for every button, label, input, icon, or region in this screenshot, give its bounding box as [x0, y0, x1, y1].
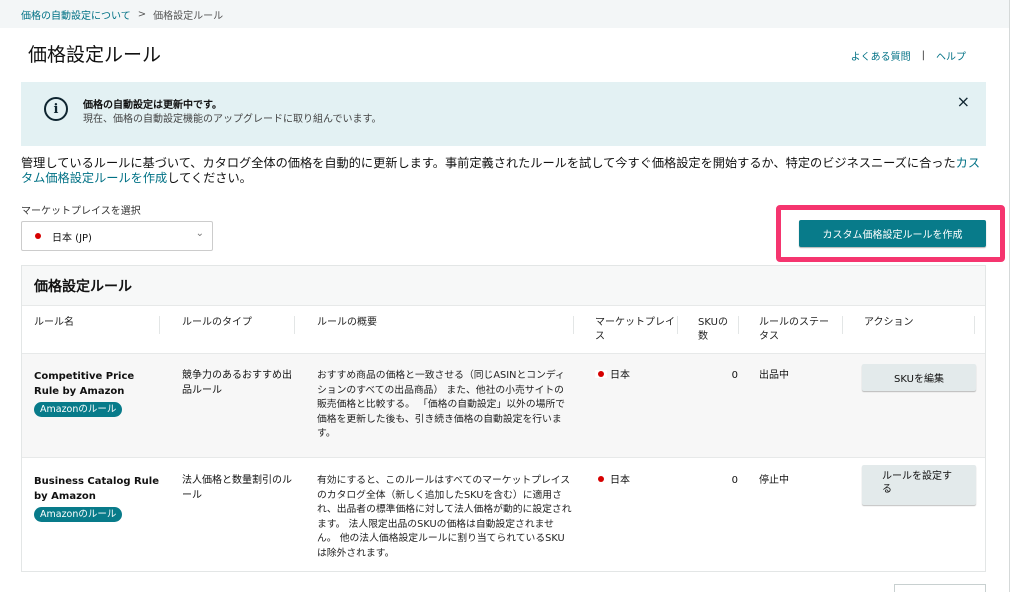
marketplace-name: 日本 [610, 475, 630, 486]
rule-status: 出品中 [759, 370, 789, 381]
japan-flag-icon [595, 370, 607, 378]
column-divider [842, 316, 843, 334]
table-row: Business Catalog Rule by Amazon Amazonのル… [22, 458, 985, 571]
japan-flag-icon [32, 232, 44, 240]
breadcrumb-parent-link[interactable]: 価格の自動設定について [21, 7, 131, 22]
sku-count: 0 [731, 475, 738, 486]
table-title: 価格設定ルール [22, 266, 985, 306]
table-row: Competitive Price Rule by Amazon Amazonの… [22, 354, 985, 458]
amazon-rule-badge: Amazonのルール [34, 402, 123, 417]
close-icon[interactable]: × [957, 92, 970, 111]
column-divider [294, 316, 295, 334]
japan-flag-icon [595, 475, 607, 483]
info-banner: i 価格の自動設定は更新中です。 現在、価格の自動設定機能のアップグレードに取り… [21, 82, 986, 146]
column-header-action: アクション [864, 317, 914, 328]
configure-rule-label: ルールを設定する [882, 471, 952, 495]
rule-summary: おすすめ商品の価格と一致させる（同じASINとコンディションのすべての出品商品）… [317, 370, 566, 439]
banner-text: 現在、価格の自動設定機能のアップグレードに取り組んでいます。 [83, 114, 382, 125]
rule-marketplace: 日本 [595, 474, 630, 489]
configure-rule-button[interactable]: ルールを設定する [862, 465, 976, 505]
rule-type: 法人価格と数量割引のルール [182, 475, 292, 501]
column-header-marketplace[interactable]: マーケットプレイス [595, 316, 675, 344]
column-divider [738, 316, 739, 334]
help-divider: | [921, 50, 925, 61]
info-icon: i [44, 97, 68, 121]
column-header-rule-type[interactable]: ルールのタイプ [182, 316, 252, 330]
intro-text-before: 管理しているルールに基づいて、カタログ全体の価格を自動的に更新します。事前定義さ… [21, 156, 956, 170]
column-header-sku-count[interactable]: SKUの数 [698, 316, 732, 344]
create-custom-rule-button[interactable]: カスタム価格設定ルールを作成 [799, 220, 986, 247]
help-links: よくある質問 | ヘルプ [851, 48, 966, 63]
marketplace-label: マーケットプレイスを選択 [21, 206, 141, 217]
page-title: 価格設定ルール [28, 44, 162, 66]
chevron-down-icon: ⌄ [195, 228, 204, 239]
rule-name[interactable]: Business Catalog Rule by Amazon [34, 475, 164, 504]
column-header-rule-name[interactable]: ルール名 [34, 316, 74, 330]
marketplace-select[interactable]: 日本 (JP) ⌄ [21, 221, 213, 251]
rule-status: 停止中 [759, 475, 789, 486]
marketplace-name: 日本 [610, 370, 630, 381]
breadcrumb-current: 価格設定ルール [153, 10, 224, 22]
rule-marketplace: 日本 [595, 369, 630, 384]
pricing-rules-table: 価格設定ルール ルール名 ルールのタイプ ルールの概要 マーケットプレイス SK… [21, 265, 986, 572]
intro-text-after: してください。 [167, 171, 252, 185]
edit-sku-button[interactable]: SKUを編集 [862, 364, 976, 391]
table-header: ルール名 ルールのタイプ ルールの概要 マーケットプレイス SKUの数 ルールの… [22, 306, 985, 354]
rule-type: 競争力のあるおすすめ出品ルール [182, 370, 292, 396]
column-header-summary[interactable]: ルールの概要 [317, 316, 377, 330]
rule-summary: 有効にすると、このルールはすべてのマーケットプレイスのカタログ全体（新しく追加し… [317, 475, 572, 559]
column-divider [974, 316, 975, 334]
help-link[interactable]: ヘルプ [936, 48, 966, 63]
intro-text: 管理しているルールに基づいて、カタログ全体の価格を自動的に更新します。事前定義さ… [21, 156, 986, 186]
column-divider [677, 316, 678, 334]
breadcrumb-separator: > [137, 8, 147, 20]
scrollbar-track[interactable] [1009, 0, 1010, 592]
marketplace-selected-value: 日本 (JP) [52, 232, 92, 244]
faq-link[interactable]: よくある質問 [851, 48, 911, 63]
column-divider [159, 316, 160, 334]
pagination-button[interactable] [894, 584, 986, 592]
amazon-rule-badge: Amazonのルール [34, 507, 123, 522]
rule-name[interactable]: Competitive Price Rule by Amazon [34, 370, 159, 399]
sku-count: 0 [731, 370, 738, 381]
column-header-status[interactable]: ルールのステータス [759, 316, 837, 344]
breadcrumb: 価格の自動設定について > 価格設定ルール [0, 0, 1010, 28]
banner-title: 価格の自動設定は更新中です。 [83, 100, 222, 111]
column-divider [573, 316, 574, 334]
